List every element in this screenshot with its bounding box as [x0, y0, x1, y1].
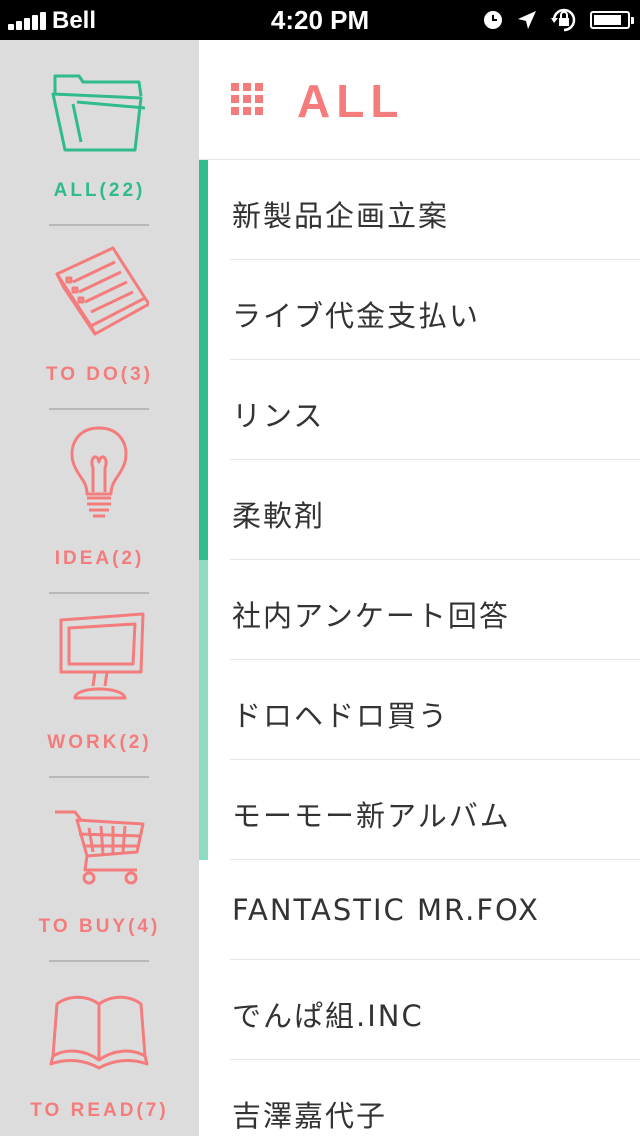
list-item[interactable]: 吉澤嘉代子	[199, 1060, 640, 1136]
list-item[interactable]: でんぱ組.INC	[199, 960, 640, 1060]
list-item-text: リンス	[232, 399, 325, 433]
list-header: ALL	[199, 40, 640, 160]
list-item[interactable]: FANTASTIC MR.FOX	[199, 860, 640, 960]
lightbulb-icon	[70, 426, 128, 518]
category-all[interactable]: ALL(22)	[0, 40, 199, 226]
category-work[interactable]: WORK(2)	[0, 592, 199, 778]
battery-icon	[590, 11, 634, 29]
shopping-cart-icon	[55, 810, 145, 885]
list-item-text: ドロヘドロ買う	[232, 699, 450, 733]
category-label: TO READ(7)	[30, 1100, 169, 1121]
computer-icon	[59, 612, 145, 700]
list-item-text: ライブ代金支払い	[232, 299, 481, 333]
list-item-text: 社内アンケート回答	[232, 599, 510, 633]
category-label: WORK(2)	[47, 732, 152, 753]
category-todo[interactable]: TO DO(3)	[0, 224, 199, 410]
category-idea[interactable]: IDEA(2)	[0, 408, 199, 594]
list-item[interactable]: リンス	[199, 360, 640, 460]
page-title: ALL	[297, 75, 405, 127]
list-item[interactable]: 新製品企画立案	[199, 160, 640, 260]
list-item[interactable]: ドロヘドロ買う	[199, 660, 640, 760]
list-item[interactable]: ライブ代金支払い	[199, 260, 640, 360]
list-item[interactable]: モーモー新アルバム	[199, 760, 640, 860]
notepad-icon	[55, 246, 149, 336]
category-label: TO DO(3)	[45, 364, 154, 385]
book-icon	[49, 995, 149, 1070]
list-item-text: FANTASTIC MR.FOX	[232, 893, 540, 927]
folder-icon	[51, 74, 146, 152]
main-panel: ALL 新製品企画立案 ライブ代金支払い リンス 柔軟剤 社内アンケート回答 ド…	[199, 40, 640, 1136]
category-tobuy[interactable]: TO BUY(4)	[0, 776, 199, 962]
list-item-text: でんぱ組.INC	[232, 999, 424, 1033]
category-label: TO BUY(4)	[38, 916, 161, 937]
status-bar: Bell 4:20 PM	[0, 0, 640, 40]
list-item-text: 新製品企画立案	[232, 199, 450, 233]
grid-icon[interactable]	[231, 83, 263, 115]
list-item-text: 吉澤嘉代子	[232, 1099, 388, 1133]
category-sidebar: ALL(22) TO DO(3) IDEA(2) WORK(2) TO BUY(…	[0, 40, 199, 1136]
list-item-text: モーモー新アルバム	[232, 799, 511, 833]
category-label: ALL(22)	[53, 180, 146, 201]
location-arrow-icon	[518, 11, 536, 29]
category-toread[interactable]: TO READ(7)	[0, 960, 199, 1136]
list-item-text: 柔軟剤	[232, 499, 326, 533]
list-item[interactable]: 柔軟剤	[199, 460, 640, 560]
list-item[interactable]: 社内アンケート回答	[199, 560, 640, 660]
rotation-lock-icon	[551, 8, 576, 32]
category-label: IDEA(2)	[54, 548, 145, 569]
alarm-clock-icon	[484, 11, 502, 29]
